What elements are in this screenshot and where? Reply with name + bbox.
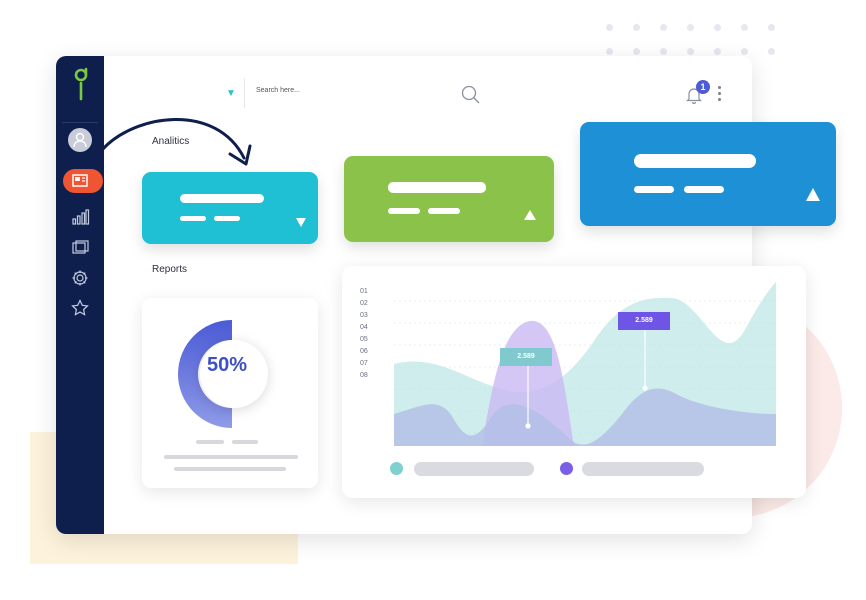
sidebar-item-windows[interactable]	[70, 238, 90, 258]
stat-card-title-placeholder	[634, 154, 756, 168]
legend-dot-teal	[390, 462, 403, 475]
legend-label-placeholder	[414, 462, 534, 476]
legend-dot-purple	[560, 462, 573, 475]
sidebar-item-favorites[interactable]	[70, 298, 90, 318]
star-icon	[71, 299, 89, 316]
sidebar-divider	[62, 122, 98, 123]
sidebar-item-stats[interactable]	[70, 207, 90, 227]
sidebar-item-dashboard[interactable]	[63, 169, 103, 193]
trend-up-icon	[524, 210, 536, 220]
app-logo-icon	[74, 67, 88, 101]
stat-card-subtitle-placeholder	[684, 186, 724, 193]
stat-card[interactable]	[580, 122, 836, 226]
placeholder-line	[196, 440, 224, 444]
placeholder-line	[232, 440, 258, 444]
stat-card-title-placeholder	[180, 194, 264, 203]
search-icon[interactable]	[460, 84, 482, 106]
stat-card[interactable]	[344, 156, 554, 242]
data-tooltip: 2.589	[500, 348, 552, 366]
trend-down-icon	[296, 218, 306, 227]
legend-label-placeholder	[582, 462, 704, 476]
stat-card-subtitle-placeholder	[428, 208, 460, 214]
area-chart	[394, 282, 776, 446]
stat-card-title-placeholder	[388, 182, 486, 193]
dashboard-icon	[72, 174, 88, 187]
stat-card-subtitle-placeholder	[388, 208, 420, 214]
placeholder-line	[174, 467, 286, 471]
stat-card[interactable]	[142, 172, 318, 244]
stat-card-subtitle-placeholder	[634, 186, 674, 193]
report-donut-card[interactable]: 50%	[142, 298, 318, 488]
area-chart-card[interactable]: 01 02 03 04 05 06 07 08 2.589 2.589	[342, 266, 806, 498]
windows-icon	[72, 240, 89, 254]
data-point-marker[interactable]	[525, 423, 531, 429]
reports-section-title: Reports	[152, 264, 188, 275]
placeholder-line	[164, 455, 298, 459]
user-icon	[73, 132, 87, 148]
header-divider	[244, 78, 245, 108]
bar-chart-icon	[72, 209, 90, 225]
sidebar	[56, 56, 104, 534]
sidebar-item-settings[interactable]	[70, 268, 90, 288]
more-menu-icon[interactable]	[718, 86, 722, 104]
data-point-marker[interactable]	[642, 385, 648, 391]
data-tooltip: 2.589	[618, 312, 670, 330]
curved-arrow-icon	[100, 118, 252, 166]
notification-badge: 1	[696, 80, 710, 94]
chevron-down-icon[interactable]: ▼	[226, 88, 236, 99]
gear-icon	[72, 270, 88, 286]
avatar[interactable]	[68, 128, 92, 152]
donut-percent-label: 50%	[206, 354, 248, 376]
stat-card-subtitle-placeholder	[214, 216, 240, 221]
search-input[interactable]: Search here...	[256, 87, 300, 94]
stat-card-subtitle-placeholder	[180, 216, 206, 221]
trend-up-icon	[806, 188, 820, 201]
